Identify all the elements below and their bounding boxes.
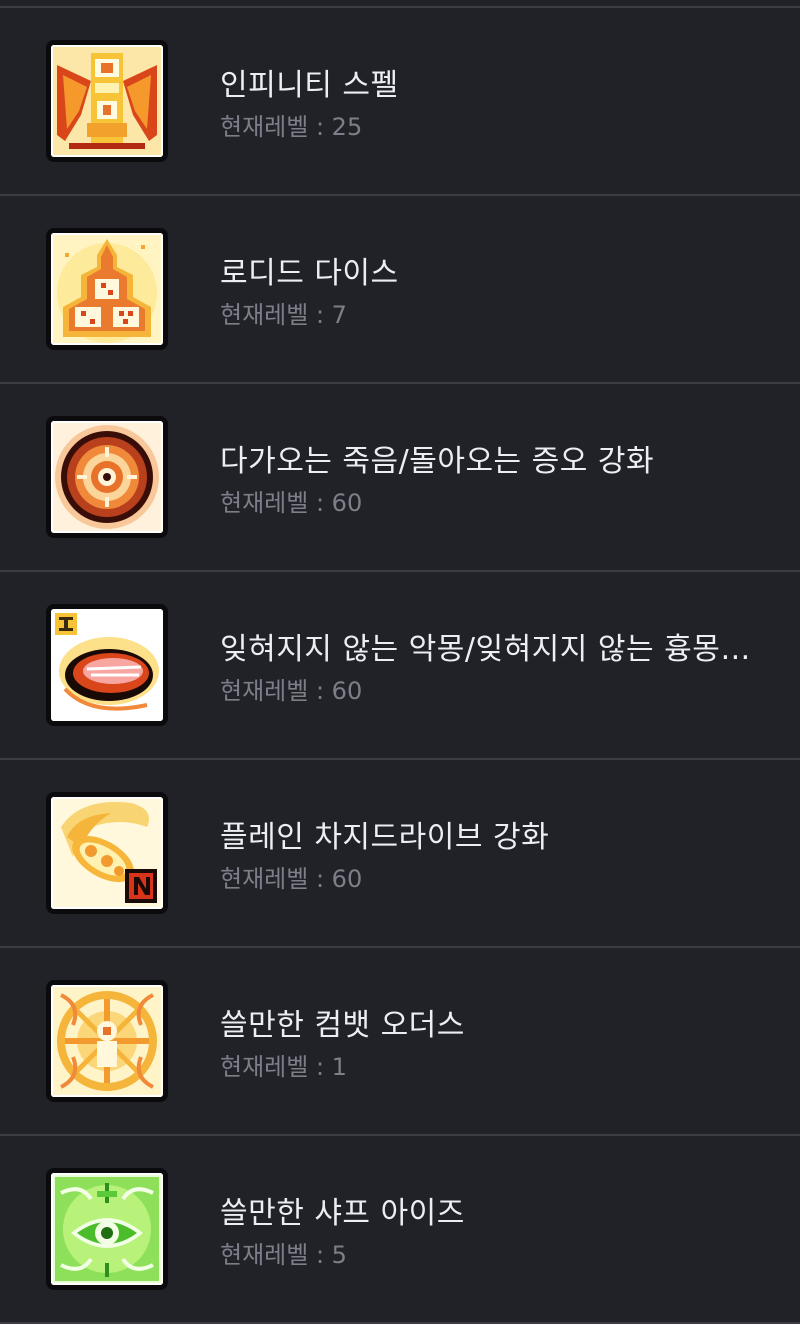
level-value: 60: [331, 865, 363, 893]
level-label: 현재레벨 :: [220, 865, 332, 893]
loaded-dice-icon: [46, 228, 168, 350]
skill-level: 현재레벨 : 60: [220, 676, 765, 706]
level-value: 60: [331, 489, 363, 517]
top-divider: [0, 0, 800, 8]
level-value: 25: [331, 113, 363, 141]
plain-chargedrive-icon: [46, 792, 168, 914]
level-label: 현재레벨 :: [220, 301, 332, 329]
skill-name: 플레인 차지드라이브 강화: [220, 820, 550, 855]
skill-row[interactable]: 잊혀지지 않는 악몽/잊혀지지 않는 흉몽… 현재레벨 : 60: [0, 572, 800, 760]
level-label: 현재레벨 :: [220, 113, 332, 141]
combat-orders-icon: [46, 980, 168, 1102]
skill-level: 현재레벨 : 25: [220, 112, 765, 142]
skill-level: 현재레벨 : 7: [220, 300, 765, 330]
skill-name: 쓸만한 샤프 아이즈: [220, 1196, 465, 1231]
skill-row[interactable]: 플레인 차지드라이브 강화 현재레벨 : 60: [0, 760, 800, 948]
sharp-eyes-icon: [46, 1168, 168, 1290]
skill-row[interactable]: 다가오는 죽음/돌아오는 증오 강화 현재레벨 : 60: [0, 384, 800, 572]
level-value: 1: [331, 1053, 347, 1081]
skill-name: 다가오는 죽음/돌아오는 증오 강화: [220, 444, 655, 479]
approaching-death-icon: [46, 416, 168, 538]
skill-level: 현재레벨 : 5: [220, 1240, 765, 1270]
level-label: 현재레벨 :: [220, 1241, 332, 1269]
level-value: 7: [331, 301, 347, 329]
skill-row[interactable]: 로디드 다이스 현재레벨 : 7: [0, 196, 800, 384]
skill-name: 쓸만한 컴뱃 오더스: [220, 1008, 465, 1043]
level-value: 5: [331, 1241, 347, 1269]
skill-level: 현재레벨 : 60: [220, 488, 765, 518]
skill-row[interactable]: 쓸만한 샤프 아이즈 현재레벨 : 5: [0, 1136, 800, 1324]
skill-name: 로디드 다이스: [220, 256, 399, 291]
level-label: 현재레벨 :: [220, 489, 332, 517]
skill-row[interactable]: 인피니티 스펠 현재레벨 : 25: [0, 8, 800, 196]
level-label: 현재레벨 :: [220, 1053, 332, 1081]
skill-row[interactable]: 쓸만한 컴뱃 오더스 현재레벨 : 1: [0, 948, 800, 1136]
level-value: 60: [331, 677, 363, 705]
skill-list: 인피니티 스펠 현재레벨 : 25 로디드 다이스 현재레벨: 7 다가오는 …: [0, 0, 800, 1324]
skill-level: 현재레벨 : 1: [220, 1052, 765, 1082]
level-label: 현재레벨 :: [220, 677, 332, 705]
skill-level: 현재레벨 : 60: [220, 864, 765, 894]
skill-name: 잊혀지지 않는 악몽/잊혀지지 않는 흉몽…: [220, 632, 751, 667]
skill-name: 인피니티 스펠: [220, 68, 399, 103]
unforgettable-nightmare-icon: [46, 604, 168, 726]
infinity-spell-icon: [46, 40, 168, 162]
